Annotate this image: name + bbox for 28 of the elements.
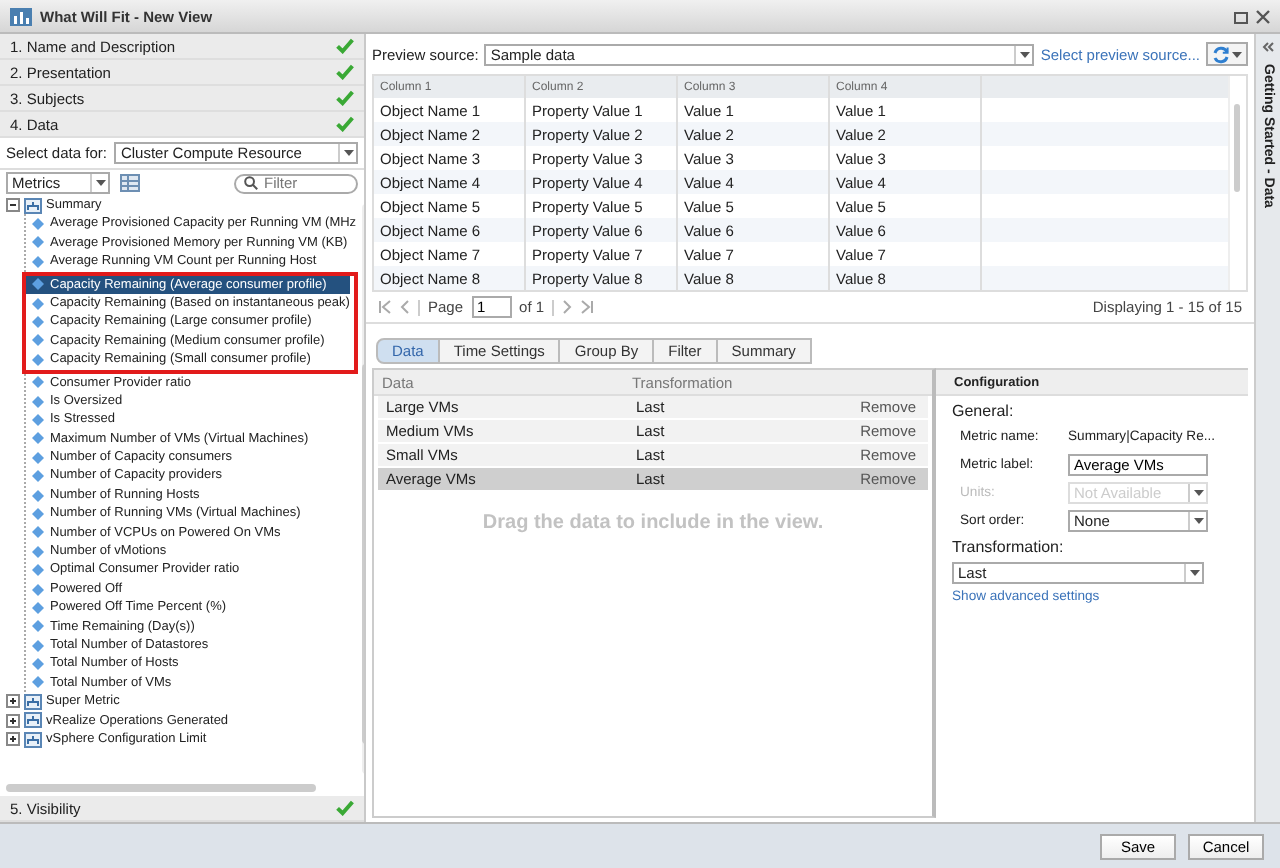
section-title: General:	[952, 402, 1016, 420]
restore-icon[interactable]	[1234, 9, 1248, 23]
dropdown-caret-icon	[1193, 518, 1203, 524]
hierarchy-icon	[24, 693, 42, 710]
section-title: Transformation:	[952, 538, 1066, 556]
expander-icon[interactable]	[6, 732, 20, 747]
drop-hint: Drag the data to include in the view.	[480, 512, 826, 534]
horizontal-scrollbar[interactable]	[6, 784, 316, 792]
chart-icon	[10, 7, 32, 25]
scrollbar[interactable]	[1228, 76, 1246, 290]
dropdown-caret-icon	[1019, 51, 1030, 57]
expander-icon[interactable]	[6, 713, 20, 728]
hierarchy-icon	[24, 197, 42, 214]
collapse-icon[interactable]	[1262, 42, 1274, 52]
close-icon[interactable]	[1256, 9, 1270, 23]
dropdown-caret-icon	[95, 180, 105, 186]
expander-icon[interactable]	[6, 694, 20, 709]
refresh-icon	[1212, 45, 1230, 63]
hierarchy-icon	[24, 712, 42, 729]
dropdown-caret-icon	[1232, 51, 1242, 57]
dropdown-caret-icon	[343, 150, 353, 156]
hierarchy-icon	[24, 731, 42, 748]
expander-icon[interactable]	[6, 198, 20, 213]
search-icon	[244, 176, 258, 190]
dropdown-caret-icon	[1193, 490, 1203, 496]
refresh-button[interactable]	[1206, 42, 1248, 66]
dropdown-caret-icon	[1189, 570, 1199, 576]
grid-icon[interactable]	[120, 174, 140, 192]
